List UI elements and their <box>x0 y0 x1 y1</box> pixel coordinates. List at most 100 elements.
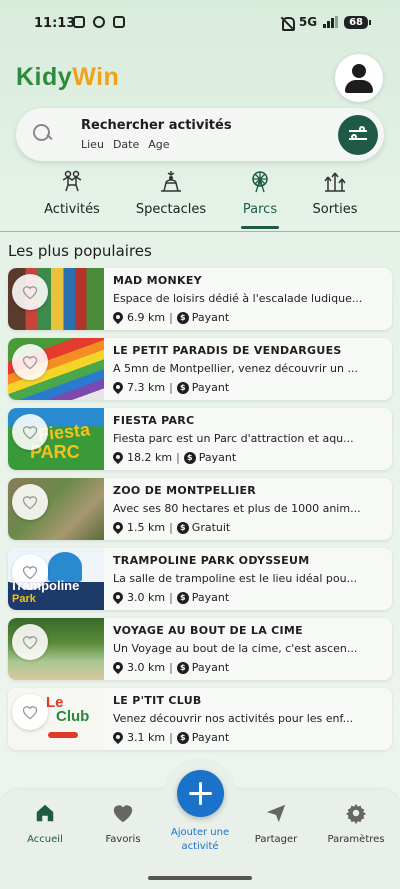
heart-icon <box>22 566 38 580</box>
search-title: Rechercher activités <box>81 118 232 133</box>
status-time: 11:13 <box>34 16 76 31</box>
item-meta: 7.3 km | $ Payant <box>113 381 229 394</box>
search-icon <box>33 124 53 144</box>
item-title: LE PETIT PARADIS DE VENDARGUES <box>113 344 342 357</box>
location-pin-icon <box>113 592 123 604</box>
chrome-icon <box>93 16 105 28</box>
outing-icon <box>324 172 346 192</box>
item-distance: 3.0 km <box>127 661 166 674</box>
filter-button[interactable] <box>338 115 378 155</box>
location-pin-icon <box>113 732 123 744</box>
search-tag-age: Age <box>148 138 170 151</box>
tab-sorties[interactable]: Sorties <box>304 167 366 231</box>
item-description: Avec ses 80 hectares et plus de 1000 ani… <box>113 502 361 515</box>
list-item[interactable]: Trampoline Park TRAMPOLINE PARK ODYSSEUM… <box>8 548 392 610</box>
active-tab-indicator <box>241 226 279 229</box>
status-indicators: 5G 68 <box>281 15 371 31</box>
item-meta: 3.0 km | $ Payant <box>113 591 229 604</box>
nav-favorites[interactable]: Favoris <box>83 802 163 845</box>
price-icon: $ <box>176 311 189 324</box>
item-description: La salle de trampoline est le lieu idéal… <box>113 572 358 585</box>
gmail-icon <box>73 16 85 28</box>
thumbnail-text: Park <box>12 593 36 605</box>
item-distance: 18.2 km <box>127 451 173 464</box>
section-title: Les plus populaires <box>8 242 152 260</box>
list-item[interactable]: MAD MONKEY Espace de loisirs dédié à l'e… <box>8 268 392 330</box>
item-price: Payant <box>191 731 230 744</box>
item-price: Payant <box>191 661 230 674</box>
nav-settings[interactable]: Paramètres <box>316 802 396 845</box>
send-icon <box>266 804 286 823</box>
favorite-button[interactable] <box>12 484 48 520</box>
list-item[interactable]: Le Club LE P'TIT CLUB Venez découvrir no… <box>8 688 392 750</box>
item-title: ZOO DE MONTPELLIER <box>113 484 257 497</box>
tab-parcs[interactable]: Parcs <box>234 167 286 231</box>
item-price: Gratuit <box>191 521 231 534</box>
app-notification-icon <box>113 16 125 28</box>
item-title: TRAMPOLINE PARK ODYSSEUM <box>113 554 310 567</box>
item-title: MAD MONKEY <box>113 274 202 287</box>
home-indicator[interactable] <box>148 876 252 880</box>
price-icon: $ <box>176 381 189 394</box>
kids-icon <box>62 170 82 192</box>
item-title: VOYAGE AU BOUT DE LA CIME <box>113 624 303 637</box>
list-item[interactable]: Fiesta PARC FIESTA PARC Fiesta parc est … <box>8 408 392 470</box>
search-filters-summary: Lieu Date Age <box>81 138 170 151</box>
location-pin-icon <box>113 662 123 674</box>
item-description: Venez découvrir nos activités pour les e… <box>113 712 354 725</box>
search-tag-date: Date <box>112 138 140 151</box>
thumbnail-text: Club <box>56 708 90 725</box>
favorite-button[interactable] <box>12 414 48 450</box>
favorite-button[interactable] <box>12 694 48 730</box>
tab-spectacles[interactable]: Spectacles <box>128 167 214 231</box>
profile-button[interactable] <box>335 54 383 102</box>
item-title: FIESTA PARC <box>113 414 195 427</box>
item-distance: 6.9 km <box>127 311 166 324</box>
favorite-button[interactable] <box>12 274 48 310</box>
heart-icon <box>22 496 38 510</box>
list-item[interactable]: VOYAGE AU BOUT DE LA CIME Un Voyage au b… <box>8 618 392 680</box>
item-description: Espace de loisirs dédié à l'escalade lud… <box>113 292 363 305</box>
item-meta: 1.5 km | $ Gratuit <box>113 521 230 534</box>
price-icon: $ <box>176 591 189 604</box>
app-logo: KidyWin <box>16 63 120 91</box>
network-type: 5G <box>298 15 318 29</box>
nav-share[interactable]: Partager <box>236 802 316 845</box>
favorite-button[interactable] <box>12 624 48 660</box>
item-price: Payant <box>191 311 230 324</box>
battery-icon: 68 <box>344 15 371 29</box>
location-pin-icon <box>113 312 123 324</box>
list-item[interactable]: LE PETIT PARADIS DE VENDARGUES A 5mn de … <box>8 338 392 400</box>
list-item[interactable]: ZOO DE MONTPELLIER Avec ses 80 hectares … <box>8 478 392 540</box>
heart-icon <box>22 706 38 720</box>
heart-icon <box>22 286 38 300</box>
mute-icon <box>281 16 295 31</box>
category-tabs: Activités Spectacles Parcs Sorties <box>0 167 400 231</box>
item-distance: 3.1 km <box>127 731 166 744</box>
spectacle-icon <box>161 171 181 192</box>
tab-activites[interactable]: Activités <box>34 167 110 231</box>
signal-icon <box>323 16 339 28</box>
item-description: A 5mn de Montpellier, venez découvrir un… <box>113 362 358 375</box>
price-icon: $ <box>176 731 189 744</box>
search-bar[interactable]: Rechercher activités Lieu Date Age <box>16 108 384 161</box>
status-bar: 11:13 5G 68 <box>0 0 400 48</box>
item-price: Payant <box>191 381 230 394</box>
home-icon <box>36 804 54 822</box>
nav-home[interactable]: Accueil <box>5 802 85 845</box>
user-icon <box>352 64 366 78</box>
item-description: Fiesta parc est un Parc d'attraction et … <box>113 432 354 445</box>
gear-icon <box>345 803 367 824</box>
item-distance: 1.5 km <box>127 521 166 534</box>
location-pin-icon <box>113 452 123 464</box>
sliders-icon <box>359 126 365 132</box>
search-tag-location: Lieu <box>81 138 104 151</box>
heart-icon <box>113 805 133 823</box>
favorite-button[interactable] <box>12 344 48 380</box>
favorite-button[interactable] <box>12 554 48 590</box>
location-pin-icon <box>113 522 123 534</box>
add-activity-label[interactable]: Ajouter une activité <box>160 826 240 854</box>
item-description: Un Voyage au bout de la cime, c'est asce… <box>113 642 358 655</box>
add-activity-button[interactable] <box>177 770 224 817</box>
item-distance: 3.0 km <box>127 591 166 604</box>
